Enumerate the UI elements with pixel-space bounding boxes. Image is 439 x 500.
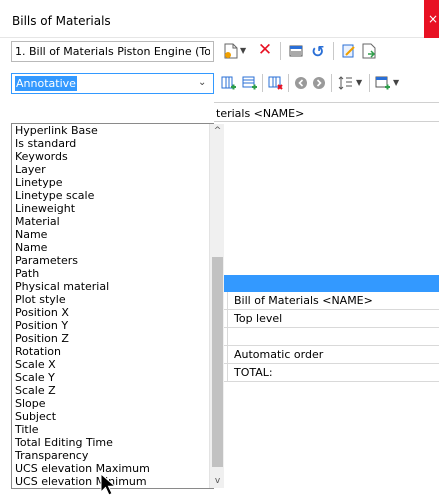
scroll-up-icon[interactable]: ^ xyxy=(210,124,225,138)
dropdown-item[interactable]: Total Editing Time xyxy=(12,436,209,449)
dropdown-item[interactable]: Scale X xyxy=(12,358,209,371)
grid-row[interactable] xyxy=(214,328,439,346)
property-dropdown[interactable]: Annotative ⌄ xyxy=(11,73,214,94)
delete-icon[interactable]: ✕ xyxy=(256,40,274,60)
separator xyxy=(331,74,332,92)
insert-table-icon[interactable] xyxy=(374,74,392,92)
bom-select-value: 1. Bill of Materials Piston Engine (Top … xyxy=(15,45,210,58)
dropdown-item[interactable]: Physical material xyxy=(12,280,209,293)
dropdown-item[interactable]: Scale Z xyxy=(12,384,209,397)
dropdown-item[interactable]: Title xyxy=(12,423,209,436)
grid-row[interactable]: Bill of Materials <NAME> xyxy=(214,292,439,310)
dropdown-item[interactable]: Hyperlink Base xyxy=(12,124,209,137)
dropdown-item[interactable]: Material xyxy=(12,215,209,228)
mouse-pointer-icon xyxy=(100,472,120,500)
dropdown-item[interactable]: Transparency xyxy=(12,449,209,462)
dropdown-item[interactable]: Position Z xyxy=(12,332,209,345)
dropdown-item[interactable]: Position Y xyxy=(12,319,209,332)
add-row-icon[interactable] xyxy=(241,74,259,92)
delete-row-icon[interactable] xyxy=(267,74,285,92)
property-dropdown-value: Annotative xyxy=(15,76,77,91)
separator xyxy=(369,74,370,92)
sort-dropdown-icon[interactable]: ▼ xyxy=(356,78,362,87)
move-left-icon[interactable] xyxy=(292,74,310,92)
scroll-down-icon[interactable]: v xyxy=(210,474,225,488)
property-dropdown-list[interactable]: Hyperlink Base Is standard Keywords Layer Li… xyxy=(11,123,224,489)
dropdown-item[interactable]: Layer xyxy=(12,163,209,176)
separator xyxy=(288,74,289,92)
insert-table-dropdown-icon[interactable]: ▼ xyxy=(393,78,399,87)
separator xyxy=(280,42,281,60)
grid-row[interactable]: Top level xyxy=(214,310,439,328)
dropdown-item[interactable]: Is standard xyxy=(12,137,209,150)
dropdown-item[interactable]: Position X xyxy=(12,306,209,319)
grid-cell: Bill of Materials <NAME> xyxy=(234,294,373,307)
dropdown-item[interactable]: Path xyxy=(12,267,209,280)
add-column-icon[interactable] xyxy=(220,74,238,92)
move-right-icon[interactable] xyxy=(310,74,328,92)
new-bom-dropdown-icon[interactable]: ▼ xyxy=(240,46,246,55)
dropdown-item[interactable]: Lineweight xyxy=(12,202,209,215)
sort-icon[interactable] xyxy=(336,74,354,92)
chevron-down-icon: ⌄ xyxy=(198,77,207,88)
dropdown-scrollbar[interactable]: ^ v xyxy=(209,124,224,488)
dropdown-item[interactable]: Subject xyxy=(12,410,209,423)
grid-row[interactable]: TOTAL: xyxy=(214,364,439,382)
dropdown-item[interactable]: Parameters xyxy=(12,254,209,267)
window-title: Bills of Materials xyxy=(12,14,111,28)
scrollbar-thumb[interactable] xyxy=(212,257,223,467)
structure-header-text: terials <NAME> xyxy=(216,107,305,120)
separator xyxy=(262,74,263,92)
dropdown-item[interactable]: Linetype xyxy=(12,176,209,189)
dropdown-item[interactable]: Keywords xyxy=(12,150,209,163)
dropdown-item[interactable]: Name xyxy=(12,241,209,254)
dropdown-item[interactable]: Plot style xyxy=(12,293,209,306)
table-icon[interactable] xyxy=(287,42,305,60)
grid-row[interactable]: Automatic order xyxy=(214,346,439,364)
bom-select[interactable]: 1. Bill of Materials Piston Engine (Top … xyxy=(11,41,214,62)
dropdown-item[interactable]: Slope xyxy=(12,397,209,410)
edit-icon[interactable] xyxy=(340,42,358,60)
dropdown-item[interactable]: Linetype scale xyxy=(12,189,209,202)
grid-cell: TOTAL: xyxy=(234,366,273,379)
export-icon[interactable] xyxy=(360,42,378,60)
grid-cell: Automatic order xyxy=(234,348,324,361)
dropdown-item[interactable]: Scale Y xyxy=(12,371,209,384)
dropdown-items: Hyperlink Base Is standard Keywords Layer Li… xyxy=(12,124,209,488)
new-bom-icon[interactable] xyxy=(222,42,240,60)
grid-header-bar xyxy=(214,275,439,292)
separator xyxy=(333,42,334,60)
grid-cell: Top level xyxy=(234,312,283,325)
refresh-icon[interactable]: ↺ xyxy=(309,42,327,61)
close-button[interactable]: × xyxy=(424,0,439,38)
dropdown-item[interactable]: Rotation xyxy=(12,345,209,358)
dropdown-item[interactable]: Name xyxy=(12,228,209,241)
